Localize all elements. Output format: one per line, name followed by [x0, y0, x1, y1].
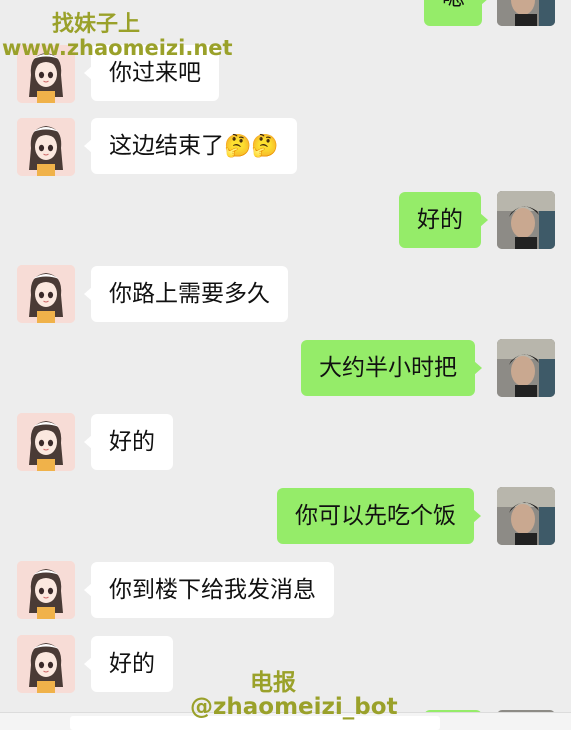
- message-text: 大约半小时把: [319, 355, 457, 381]
- message-bubble-sent[interactable]: 大约半小时把: [301, 340, 482, 396]
- watermark-telegram-label: 电报: [250, 670, 296, 696]
- watermark-site-url: www.zhaomeizi.net: [2, 36, 233, 60]
- watermark-site-name: 找妹子上: [52, 12, 141, 37]
- chat-area: 嗯 你过来吧 这边结束了🤔🤔 好的 你路上需要多久 大约半小时把 好的: [0, 0, 571, 730]
- thinking-emoji-icon: 🤔🤔: [224, 133, 279, 159]
- message-bubble-received[interactable]: 你到楼下给我发消息: [84, 562, 334, 618]
- message-text: 这边结束了: [109, 133, 224, 159]
- message-bubble-sent[interactable]: 好的: [399, 192, 488, 248]
- message-text: 你到楼下给我发消息: [109, 577, 316, 603]
- avatar-me[interactable]: [497, 0, 555, 26]
- message-bubble-received[interactable]: 这边结束了🤔🤔: [84, 118, 297, 174]
- message-text: 你路上需要多久: [109, 281, 270, 307]
- avatar-me[interactable]: [497, 191, 555, 249]
- watermark-telegram-handle: @zhaomeizi_bot: [190, 694, 398, 720]
- message-bubble-received[interactable]: 好的: [84, 414, 173, 470]
- avatar-contact[interactable]: [17, 413, 75, 471]
- avatar-contact[interactable]: [17, 635, 75, 693]
- avatar-contact[interactable]: [17, 118, 75, 176]
- message-bubble-received[interactable]: 你路上需要多久: [84, 266, 288, 322]
- message-bubble-sent[interactable]: 嗯: [424, 0, 489, 26]
- avatar-contact[interactable]: [17, 265, 75, 323]
- message-text: 你可以先吃个饭: [295, 503, 456, 529]
- message-text: 好的: [109, 429, 155, 455]
- message-text: 你过来吧: [109, 60, 201, 86]
- message-bubble-sent[interactable]: 你可以先吃个饭: [277, 488, 481, 544]
- message-text: 好的: [417, 207, 463, 233]
- avatar-me[interactable]: [497, 339, 555, 397]
- message-text: 嗯: [442, 0, 465, 11]
- avatar-me[interactable]: [497, 487, 555, 545]
- avatar-contact[interactable]: [17, 561, 75, 619]
- message-bubble-received[interactable]: 好的: [84, 636, 173, 692]
- message-text: 好的: [109, 651, 155, 677]
